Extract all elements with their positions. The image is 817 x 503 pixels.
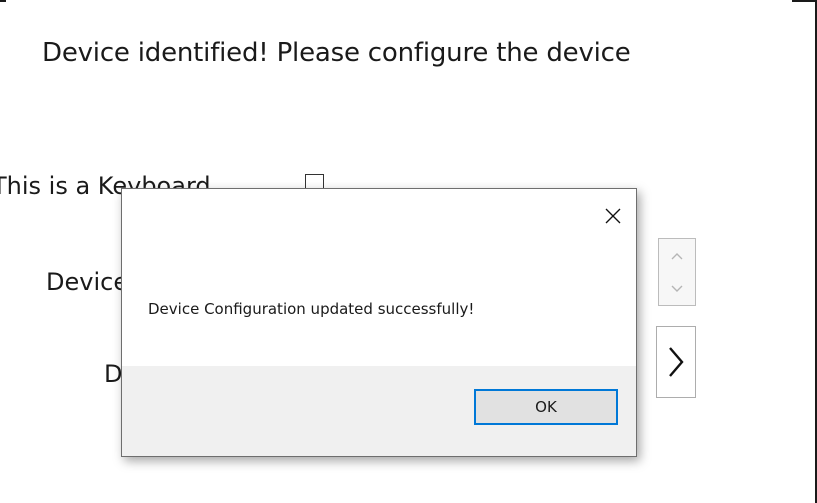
dialog-footer: OK bbox=[122, 366, 636, 456]
next-button[interactable] bbox=[656, 326, 696, 398]
page-title: Device identified! Please configure the … bbox=[42, 38, 631, 68]
device-number-spinner[interactable] bbox=[658, 238, 696, 306]
ok-button[interactable]: OK bbox=[474, 389, 618, 425]
dialog-close-button[interactable] bbox=[596, 199, 630, 233]
chevron-down-icon[interactable] bbox=[659, 272, 695, 305]
close-icon bbox=[605, 208, 621, 224]
message-dialog: Device Configuration updated successfull… bbox=[121, 188, 637, 457]
window-edge-fragment bbox=[792, 0, 817, 2]
window-edge-fragment bbox=[0, 0, 6, 2]
dialog-message: Device Configuration updated successfull… bbox=[148, 300, 475, 318]
app-window: Device identified! Please configure the … bbox=[0, 0, 817, 503]
chevron-right-icon bbox=[669, 347, 684, 377]
device-field-label: Device bbox=[46, 268, 129, 296]
d-field-label: D bbox=[104, 360, 123, 388]
chevron-up-icon[interactable] bbox=[659, 239, 695, 272]
